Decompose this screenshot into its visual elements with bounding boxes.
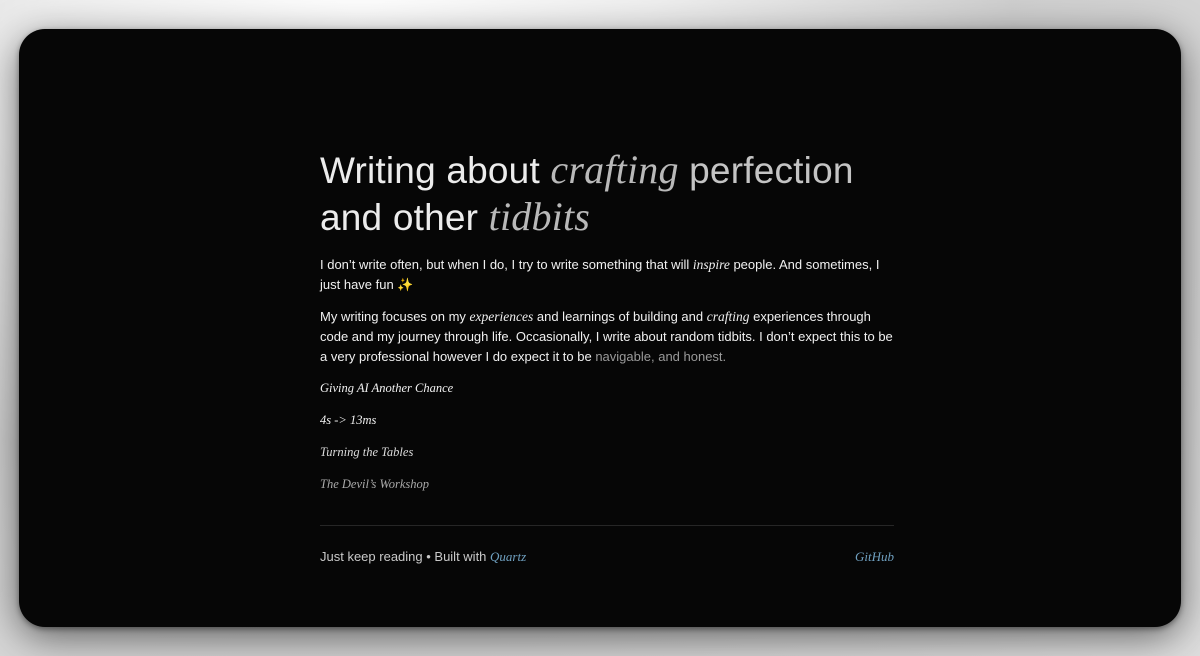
title-emphasis-crafting: crafting (550, 147, 679, 192)
intro-text: I don’t write often, but when I do, I tr… (320, 257, 693, 272)
focus-emphasis: experiences (469, 309, 534, 324)
footer-text: Just keep reading • Built with (320, 549, 491, 564)
focus-emphasis: crafting (706, 309, 750, 324)
footer-divider (320, 525, 894, 526)
focus-text: navigable, and honest. (595, 349, 727, 364)
title-emphasis-tidbits: tidbits (488, 194, 591, 239)
post-link[interactable]: The Devil’s Workshop (320, 476, 894, 492)
focus-text: and learnings of building and (533, 309, 707, 324)
footer: Just keep reading • Built with Quartz Gi… (320, 547, 894, 567)
main-content: Writing about crafting perfection and ot… (320, 147, 894, 508)
title-text: Writing about (320, 150, 551, 191)
post-link[interactable]: 4s -> 13ms (320, 412, 894, 428)
title-text: and other (320, 197, 489, 238)
focus-text: My writing focuses on my (320, 309, 470, 324)
footer-credit: Just keep reading • Built with Quartz (320, 547, 526, 567)
browser-window: Writing about crafting perfection and ot… (19, 29, 1181, 627)
quartz-link[interactable]: Quartz (490, 549, 526, 564)
title-text: perfection (678, 150, 854, 191)
github-link[interactable]: GitHub (855, 547, 894, 567)
intro-emphasis: inspire (692, 257, 730, 272)
post-list: Giving AI Another Chance 4s -> 13ms Turn… (320, 380, 894, 492)
focus-paragraph: My writing focuses on my experiences and… (320, 307, 894, 367)
page-title: Writing about crafting perfection and ot… (320, 147, 894, 241)
post-link[interactable]: Giving AI Another Chance (320, 380, 894, 396)
post-link[interactable]: Turning the Tables (320, 444, 894, 460)
intro-paragraph: I don’t write often, but when I do, I tr… (320, 255, 894, 295)
